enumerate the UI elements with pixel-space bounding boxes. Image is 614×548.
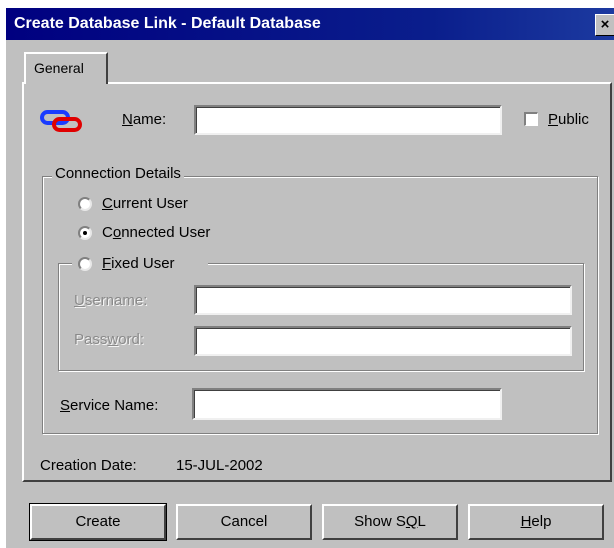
username-mnemonic: U — [74, 292, 85, 309]
title-bar[interactable]: Create Database Link - Default Database … — [6, 8, 614, 40]
current-user-label: Current User — [102, 195, 188, 212]
database-link-icon — [40, 110, 82, 132]
public-label-rest: ublic — [558, 111, 589, 128]
username-label: Username: — [74, 292, 147, 309]
fixed-user-rest: ixed User — [111, 255, 175, 272]
service-name-label: Service Name: — [60, 397, 158, 414]
creation-date-value: 15-JUL-2002 — [176, 457, 263, 474]
current-user-mnemonic: C — [102, 195, 113, 212]
fixed-user-radio[interactable] — [78, 257, 92, 271]
connected-user-label: Connected User — [102, 224, 210, 241]
password-mnemonic: w — [107, 331, 119, 348]
name-label: Name: — [122, 111, 166, 128]
public-label-mnemonic: P — [548, 111, 559, 128]
fixed-user-mnemonic: F — [102, 255, 112, 272]
show-sql-mnemonic: Q — [405, 513, 418, 530]
help-button[interactable]: Help — [468, 504, 604, 540]
cancel-button[interactable]: Cancel — [176, 504, 312, 540]
service-name-input[interactable] — [192, 388, 502, 420]
password-label: Password: — [74, 331, 144, 348]
public-checkbox[interactable] — [524, 112, 538, 126]
fixed-user-label: Fixed User — [102, 255, 175, 272]
connected-user-rest: nnected User — [121, 224, 211, 241]
help-mnemonic: H — [520, 513, 532, 530]
password-rest: ord: — [118, 331, 145, 348]
connected-user-mnemonic: o — [112, 224, 122, 241]
current-user-rest: urrent User — [112, 195, 188, 212]
service-name-mnemonic: S — [60, 397, 71, 414]
tab-general[interactable]: General — [24, 52, 108, 84]
connected-user-prefix: C — [102, 224, 113, 241]
connected-user-radio[interactable] — [78, 226, 92, 240]
service-name-rest: ervice Name: — [70, 397, 159, 414]
creation-date-label: Creation Date: — [40, 457, 137, 474]
show-sql-rest: L — [417, 513, 426, 530]
username-rest: sername: — [84, 292, 148, 309]
connection-details-legend: Connection Details — [52, 165, 184, 182]
current-user-radio[interactable] — [78, 197, 92, 211]
password-prefix: Pass — [74, 331, 108, 348]
public-label: Public — [548, 111, 589, 128]
window-title: Create Database Link - Default Database — [14, 15, 321, 32]
show-sql-button[interactable]: Show SQL — [322, 504, 458, 540]
name-input[interactable] — [194, 105, 502, 135]
show-sql-prefix: Show S — [354, 513, 406, 530]
username-input[interactable] — [194, 285, 572, 315]
close-icon[interactable]: × — [595, 14, 614, 36]
create-button[interactable]: Create — [29, 503, 167, 541]
tab-general-label: General — [34, 60, 84, 76]
name-label-rest: ame: — [132, 111, 167, 128]
name-label-mnemonic: N — [122, 111, 133, 128]
help-rest: elp — [531, 513, 552, 530]
password-input[interactable] — [194, 326, 572, 356]
